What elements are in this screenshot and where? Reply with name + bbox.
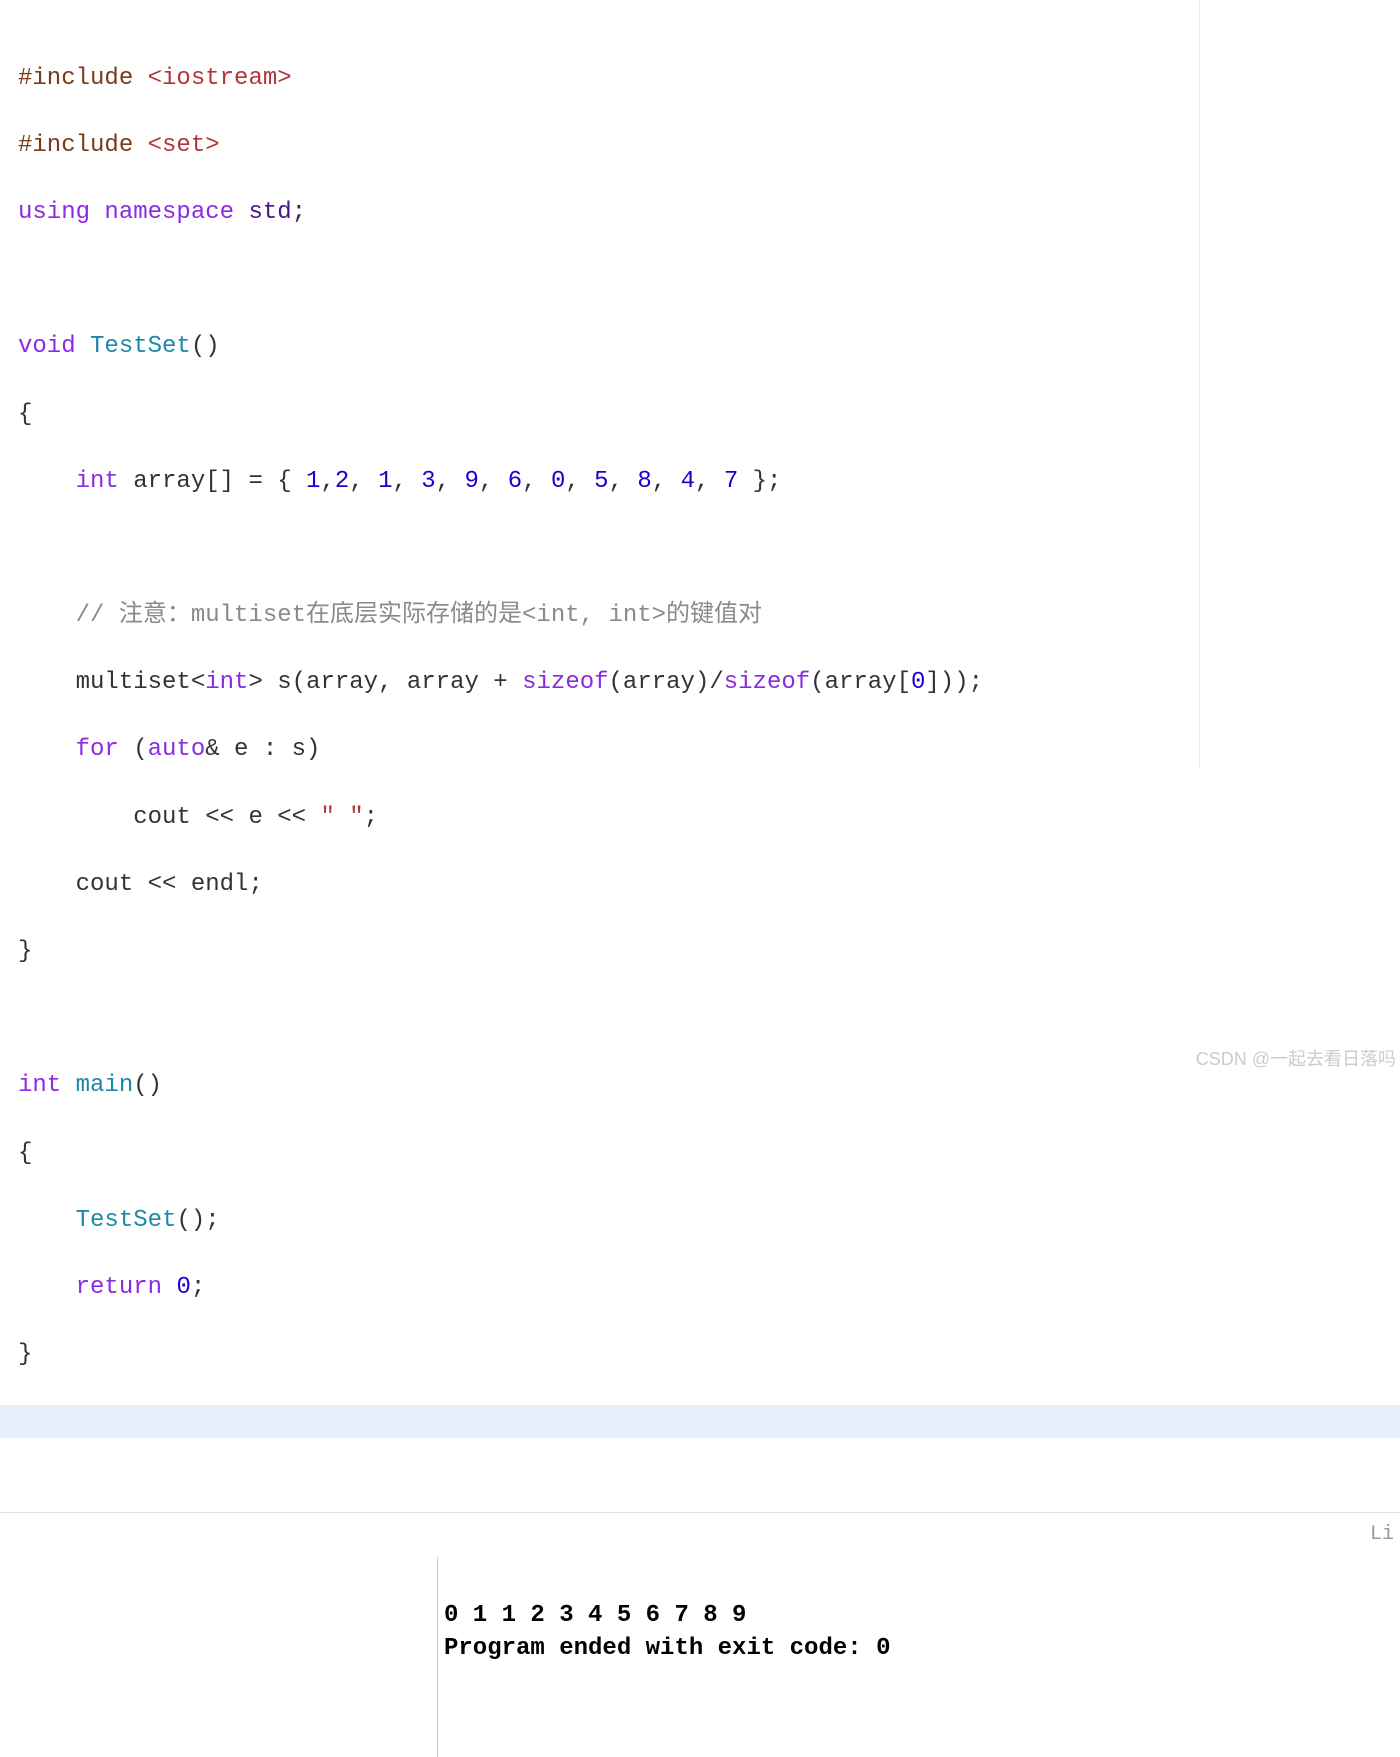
code-line: // 注意：multiset在底层实际存储的是<int, int>的键值对: [18, 599, 1382, 633]
code-line: #include <iostream>: [18, 62, 1382, 96]
code-line: #include <set>: [18, 129, 1382, 163]
cursor-line-highlight: [0, 1405, 1400, 1438]
code-line: {: [18, 1137, 1382, 1171]
code-line: void TestSet(): [18, 330, 1382, 364]
code-line: cout << e << " ";: [18, 801, 1382, 835]
code-line: [18, 1002, 1382, 1036]
code-line: return 0;: [18, 1271, 1382, 1305]
code-line: TestSet();: [18, 1204, 1382, 1238]
code-line: }: [18, 935, 1382, 969]
output-line: Program ended with exit code: 0: [444, 1635, 890, 1662]
code-line: multiset<int> s(array, array + sizeof(ar…: [18, 666, 1382, 700]
code-line: }: [18, 1338, 1382, 1372]
code-line: int main(): [18, 1069, 1382, 1103]
code-line: for (auto& e : s): [18, 733, 1382, 767]
code-editor: #include <iostream> #include <set> using…: [0, 0, 1400, 1482]
code-line: {: [18, 398, 1382, 432]
code-line: [18, 263, 1382, 297]
code-line: [18, 532, 1382, 566]
code-line: using namespace std;: [18, 196, 1382, 230]
watermark: CSDN @一起去看日落吗: [1196, 1047, 1396, 1072]
code-line: cout << endl;: [18, 868, 1382, 902]
status-bar: Li: [0, 1512, 1400, 1557]
console-output: 0 1 1 2 3 4 5 6 7 8 9 Program ended with…: [438, 1557, 896, 1757]
output-line: 0 1 1 2 3 4 5 6 7 8 9: [444, 1602, 761, 1629]
output-left-pane: [0, 1557, 438, 1757]
editor-right-edge: [1199, 0, 1200, 768]
output-panel: 0 1 1 2 3 4 5 6 7 8 9 Program ended with…: [0, 1557, 1400, 1757]
code-line: int array[] = { 1,2, 1, 3, 9, 6, 0, 5, 8…: [18, 465, 1382, 499]
status-text: Li: [1370, 1523, 1394, 1546]
